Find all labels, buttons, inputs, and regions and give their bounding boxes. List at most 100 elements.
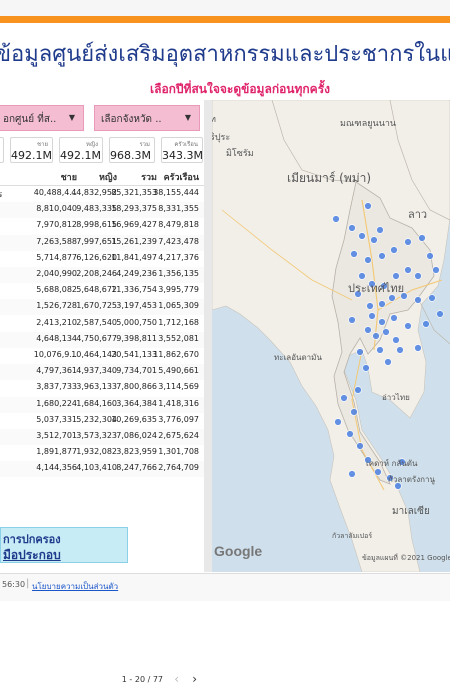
map-label-terengganu: กัวลาตรังกานู	[388, 475, 435, 485]
province-marker[interactable]	[392, 272, 400, 280]
province-marker[interactable]	[356, 442, 364, 450]
province-marker[interactable]	[436, 310, 444, 318]
table-row[interactable]: 7,263,588 7,997,651 15,261,239 7,423,478	[0, 234, 205, 251]
province-marker[interactable]	[378, 318, 386, 326]
province-marker[interactable]	[384, 358, 392, 366]
province-marker[interactable]	[418, 234, 426, 242]
column-header-total[interactable]: รวม	[141, 170, 157, 184]
admin-link-box[interactable]: การปกครอง มือประกอบ	[0, 527, 128, 563]
province-marker[interactable]	[354, 386, 362, 394]
table-cell: 3,197,453	[116, 301, 157, 311]
table-row[interactable]: 1,526,728 1,670,725 3,197,453 1,065,309	[0, 299, 205, 316]
privacy-policy-link[interactable]: นโยบายความเป็นส่วนตัว	[32, 580, 118, 593]
map-label-malaysia: มาเลเซีย	[392, 505, 430, 517]
table-row[interactable]: 1,680,224 1,684,160 3,364,384 1,418,316	[0, 396, 205, 413]
table-cell: 10,464,143	[71, 350, 117, 359]
prev-page-icon[interactable]: ‹	[174, 672, 179, 686]
province-marker[interactable]	[358, 232, 366, 240]
table-row[interactable]: 2,040,990 2,208,246 4,249,236 1,356,135	[0, 267, 205, 283]
province-marker[interactable]	[346, 430, 354, 438]
table-row[interactable]: 3,837,733 3,963,133 7,800,866 3,114,569	[0, 380, 205, 396]
province-marker[interactable]	[390, 314, 398, 322]
province-marker[interactable]	[374, 468, 382, 476]
next-page-icon[interactable]: ›	[192, 672, 197, 686]
province-marker[interactable]	[368, 312, 376, 320]
province-marker[interactable]	[388, 294, 396, 302]
province-marker[interactable]	[372, 332, 380, 340]
table-cell: 3,552,081	[158, 333, 199, 343]
province-marker[interactable]	[366, 302, 374, 310]
province-marker[interactable]	[376, 346, 384, 354]
panel-divider	[204, 100, 212, 572]
province-marker[interactable]	[348, 316, 356, 324]
province-marker[interactable]	[396, 346, 404, 354]
province-marker[interactable]	[358, 272, 366, 280]
table-cell: 4,217,376	[158, 252, 199, 262]
map-label-kedah: เคดาห์ กลันตัน	[366, 458, 418, 468]
province-marker[interactable]	[334, 418, 342, 426]
province-marker[interactable]	[414, 296, 422, 304]
province-marker[interactable]	[414, 344, 422, 352]
province-marker[interactable]	[426, 252, 434, 260]
province-marker[interactable]	[390, 246, 398, 254]
table-row[interactable]: 5,037,331 5,232,304 10,269,635 3,776,097	[0, 413, 205, 429]
table-row[interactable]: 7,970,812 8,998,615 16,969,427 8,479,818	[0, 218, 205, 234]
column-header-household[interactable]: ครัวเรือน	[164, 170, 199, 184]
province-marker[interactable]	[414, 272, 422, 280]
table-row[interactable]: 1,891,877 1,932,082 3,823,959 1,301,708	[0, 445, 205, 461]
table-row[interactable]: 5,714,877 6,126,620 11,841,497 4,217,376	[0, 251, 205, 267]
table-row[interactable]: 4,797,361 4,937,340 9,734,701 5,490,661	[0, 364, 205, 381]
province-marker[interactable]	[356, 348, 364, 356]
province-marker[interactable]	[422, 320, 430, 328]
province-marker[interactable]	[404, 238, 412, 246]
center-filter-dropdown[interactable]: อกศูนย์ ที่ส.. ▼	[0, 105, 84, 131]
province-marker[interactable]	[432, 266, 440, 274]
table-cell: 1,065,309	[158, 301, 199, 311]
table-row[interactable]: ร 40,488,4... 44,832,952 85,321,353 38,155,4…	[0, 186, 205, 202]
summary-card-household: ครัวเรือน 343.3M	[161, 137, 203, 163]
header-accent-bar	[0, 16, 450, 23]
table-cell: 8,247,766	[116, 463, 157, 473]
province-marker[interactable]	[350, 408, 358, 416]
table-cell: 1,301,708	[158, 447, 199, 457]
province-marker[interactable]	[376, 226, 384, 234]
province-marker[interactable]	[428, 294, 436, 302]
province-marker[interactable]	[340, 394, 348, 402]
province-marker[interactable]	[348, 224, 356, 232]
province-marker[interactable]	[364, 202, 372, 210]
province-map[interactable]: ท ริปุระ มิโซรัม มณฑลยูนนาน เมียนมาร์ (พ…	[212, 100, 450, 572]
column-header-female[interactable]: หญิง	[99, 170, 117, 184]
footer-divider: |	[26, 578, 30, 589]
table-row[interactable]: 4,144,356 4,103,410 8,247,766 2,764,709	[0, 461, 205, 478]
admin-link-subtitle[interactable]: มือประกอบ	[3, 546, 61, 565]
province-marker[interactable]	[362, 364, 370, 372]
province-marker[interactable]	[378, 252, 386, 260]
table-cell: 11,336,754	[111, 285, 157, 295]
province-marker[interactable]	[404, 322, 412, 330]
table-cell: 10,269,635	[111, 414, 157, 424]
table-cell: 3,776,097	[158, 414, 199, 424]
column-header-male[interactable]: ชาย	[61, 170, 77, 184]
province-marker[interactable]	[364, 256, 372, 264]
table-row[interactable]: 5,688,082 5,648,672 11,336,754 3,995,779	[0, 283, 205, 299]
province-marker[interactable]	[392, 336, 400, 344]
table-row[interactable]: 3,512,701 3,573,323 7,086,024 2,675,624	[0, 429, 205, 445]
province-marker[interactable]	[348, 470, 356, 478]
google-logo: Google	[214, 543, 262, 559]
table-row[interactable]: 10,076,9... 10,464,143 20,541,133 11,862,67…	[0, 348, 205, 364]
province-marker[interactable]	[370, 236, 378, 244]
province-marker[interactable]	[350, 250, 358, 258]
dashboard-title: ข้อมูลศูนย์ส่งเสริมอุตสาหกรรมและประชากรใ…	[0, 42, 450, 67]
province-marker[interactable]	[404, 266, 412, 274]
center-filter-label: อกศูนย์ ที่ส..	[3, 114, 57, 125]
province-filter-dropdown[interactable]: เลือกจังหวัด .. ▼	[94, 105, 200, 131]
summary-card-label: ชาย	[37, 141, 48, 148]
province-marker[interactable]	[332, 215, 340, 223]
province-marker[interactable]	[378, 300, 386, 308]
table-row[interactable]: 8,810,040 9,483,335 18,293,375 8,331,355	[0, 202, 205, 219]
table-row[interactable]: 4,648,134 4,750,677 9,398,811 3,552,081	[0, 331, 205, 348]
table-row[interactable]: 2,413,210 2,587,540 5,000,750 1,712,168	[0, 316, 205, 332]
table-cell: 1,680,224	[36, 398, 77, 408]
province-marker[interactable]	[382, 328, 390, 336]
province-marker[interactable]	[364, 326, 372, 334]
